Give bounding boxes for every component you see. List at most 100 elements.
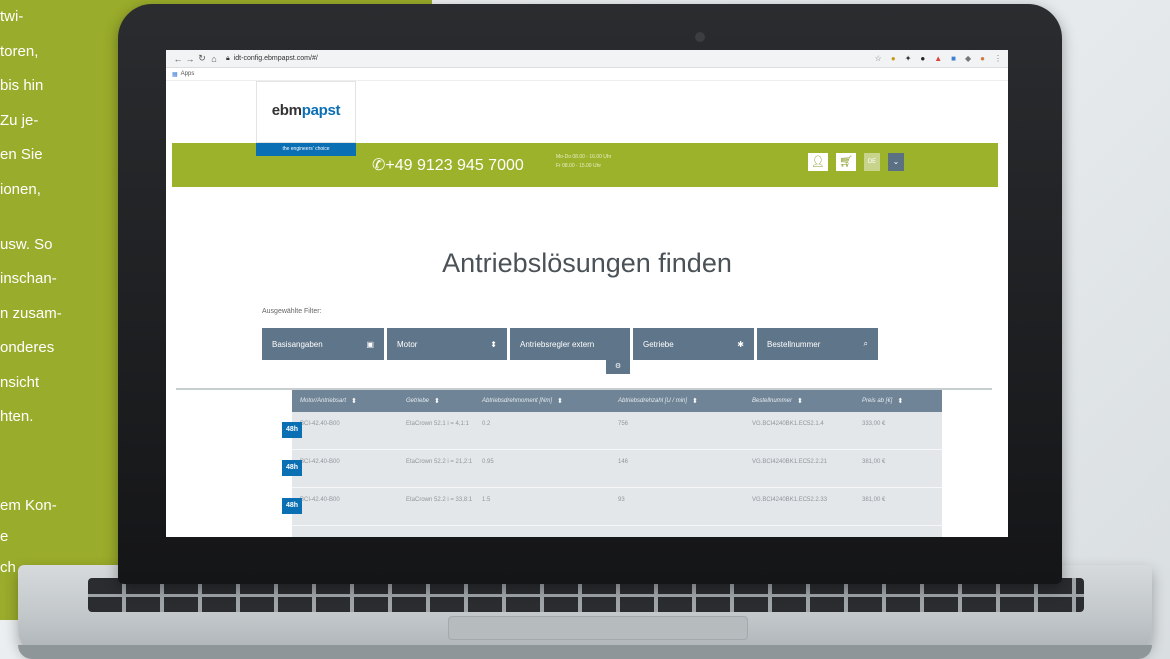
sort-icon[interactable]: ⬍ (897, 397, 903, 405)
column-header[interactable]: Abtriebsdrehmoment [Nm] ⬍ (474, 397, 610, 405)
cell-getriebe: EtaCrown 52.2 i = 21,2:1 (406, 459, 473, 465)
side-text-line: e (0, 528, 9, 545)
table-row[interactable]: 48h BCI-42.40-B00 EtaCrown 52.1 i = 4,1:… (282, 412, 942, 450)
sort-icon[interactable]: ⬍ (797, 397, 803, 405)
profile-icon[interactable]: ● (980, 54, 985, 63)
gear-icon: ✱ (737, 339, 744, 349)
logo-prefix: ebm (271, 102, 302, 119)
table-row[interactable]: 48h BCI-42.40-B00 EtaCrown 52.2 i = 21,2… (282, 450, 942, 488)
table-row[interactable]: 48h BCI-42.40-B00 EtaCrown 52.2 i = 33,8… (282, 488, 942, 526)
extension-icon[interactable]: ● (920, 54, 925, 63)
phone-icon: ✆ (372, 157, 386, 174)
page-title: Antriebslösungen finden (442, 248, 732, 278)
filter-basisangaben[interactable]: Basisangaben ▣ (262, 328, 384, 360)
extension-icon[interactable]: ◆ (965, 54, 971, 63)
address-bar[interactable]: 🔒︎ idt-config.ebmpapst.com/#/ (226, 55, 466, 63)
cell-getriebe: EtaCrown 52.1 i = 4,1:1 (406, 421, 469, 427)
filter-bar: Basisangaben ▣ Motor ⬍ Antriebsregler exte… (262, 328, 878, 374)
controller-icon[interactable]: ⚙︎ (606, 360, 630, 374)
filter-label: Ausgewählte Filter: (262, 308, 322, 315)
browser-toolbar: ← → ↻ ⌂ 🔒︎ idt-config.ebmpapst.com/#/ ☆ … (166, 50, 1008, 68)
header-actions: 👤︎ 🛒︎ DE ⌄ (808, 153, 904, 171)
cell-bestellnummer: VG.BCI4240BK1.EC52.2.33 (752, 497, 828, 503)
phone-number[interactable]: ✆+49 9123 945 7000 (372, 155, 524, 175)
side-text-line: em Kon- (0, 497, 57, 514)
cell-preis: 333,00 € (862, 421, 886, 427)
side-text-line: ionen, (0, 181, 41, 198)
side-text-line: Zu je- (0, 112, 39, 129)
side-text-line: ch (0, 559, 16, 576)
extension-icon[interactable]: ▲ (934, 54, 942, 63)
side-text-line: en Sie (0, 146, 43, 163)
extension-icons: ☆ ● ✦ ● ▲ ■ ◆ ● ⋮ (875, 54, 1002, 63)
url-text: idt-config.ebmpapst.com/#/ (233, 55, 318, 62)
cell-moment: 0.2 (482, 421, 491, 427)
delivery-badge: 48h (282, 460, 302, 476)
trackpad (448, 616, 748, 640)
cell-preis: 381,00 € (862, 497, 886, 503)
side-text-line: bis hin (0, 77, 44, 94)
column-header[interactable]: Preis ab [€] ⬍ (854, 397, 942, 405)
apps-icon[interactable]: ▦ (172, 71, 178, 78)
side-text-line: twi- (0, 8, 24, 25)
sort-icon[interactable]: ⬍ (351, 397, 357, 405)
logo[interactable]: ebmpapst (256, 81, 356, 143)
table-header: Motor/Antriebsart ⬍ Getriebe ⬍ Abtriebsdre… (292, 390, 942, 412)
column-header[interactable]: Abtriebsdrehzahl [U / min] ⬍ (610, 397, 744, 405)
extension-icon[interactable]: ● (891, 54, 896, 63)
cell-motor: BCI-42.40-B00 (300, 497, 340, 503)
delivery-badge: 48h (282, 498, 302, 514)
cell-moment: 1.5 (482, 497, 491, 503)
browser-window: ← → ↻ ⌂ 🔒︎ idt-config.ebmpapst.com/#/ ☆ … (166, 50, 1008, 537)
language-selector[interactable]: DE (864, 153, 880, 171)
apps-bookmark[interactable]: Apps (181, 71, 195, 77)
site-header: ebmpapst (166, 81, 1008, 143)
column-header[interactable]: Motor/Antriebsart ⬍ (292, 397, 398, 405)
forward-icon[interactable]: → (184, 54, 196, 64)
star-icon[interactable]: ☆ (875, 54, 882, 63)
sort-icon[interactable]: ⬍ (434, 397, 440, 405)
tagline: the engineers' choice (256, 143, 356, 156)
chevron-down-icon[interactable]: ⌄ (888, 153, 904, 171)
column-header[interactable]: Getriebe ⬍ (398, 397, 474, 405)
filter-antriebsregler[interactable]: Antriebsregler extern ⚙︎ (510, 328, 630, 374)
cell-drehzahl: 93 (618, 497, 625, 503)
cell-bestellnummer: VG.BCI4240BK1.EC52.2.21 (752, 459, 828, 465)
opening-hours: Mo-Do 08.00 - 16.00 Uhr Fr 08.00 - 15.00… (556, 154, 612, 169)
side-text-line: nsicht (0, 374, 40, 391)
cell-drehzahl: 756 (618, 421, 629, 427)
side-text-line: onderes (0, 339, 55, 356)
cart-icon[interactable]: 🛒︎ (836, 153, 856, 171)
webcam-icon (695, 32, 705, 42)
delivery-badge: 48h (282, 422, 302, 438)
sort-icon[interactable]: ⬍ (692, 397, 698, 405)
back-icon[interactable]: ← (172, 54, 184, 64)
menu-icon[interactable]: ⋮ (994, 54, 1002, 63)
extension-icon[interactable]: ■ (951, 54, 956, 63)
filter-motor[interactable]: Motor ⬍ (387, 328, 507, 360)
side-text-line: toren, (0, 43, 39, 60)
home-icon[interactable]: ⌂ (208, 54, 220, 64)
bookmarks-bar: ▦ Apps (166, 68, 1008, 81)
search-icon: ⌕ (863, 339, 868, 348)
column-header[interactable]: Bestellnummer ⬍ (744, 397, 854, 405)
user-icon[interactable]: 👤︎ (808, 153, 828, 171)
cell-preis: 381,00 € (862, 459, 886, 465)
document-icon: ▣ (366, 339, 374, 349)
logo-brand: papst (301, 102, 341, 119)
results-table: Motor/Antriebsart ⬍ Getriebe ⬍ Abtriebsdre… (282, 390, 942, 537)
side-text-line: inschan- (0, 270, 57, 287)
filter-getriebe[interactable]: Getriebe ✱ (633, 328, 754, 360)
cell-moment: 0.95 (482, 459, 494, 465)
filter-bestellnummer[interactable]: Bestellnummer ⌕ (757, 328, 878, 360)
sort-icon[interactable]: ⬍ (557, 397, 563, 405)
table-row[interactable] (292, 526, 942, 537)
cell-bestellnummer: VG.BCI4240BK1.EC52.1.4 (752, 421, 824, 427)
cell-drehzahl: 146 (618, 459, 629, 465)
extension-icon[interactable]: ✦ (905, 54, 912, 63)
side-text-line: n zusam- (0, 305, 62, 322)
cell-getriebe: EtaCrown 52.2 i = 33,8:1 (406, 497, 473, 503)
cell-motor: BCI-42.40-B00 (300, 459, 340, 465)
reload-icon[interactable]: ↻ (196, 53, 208, 64)
side-text-line: hten. (0, 408, 34, 425)
